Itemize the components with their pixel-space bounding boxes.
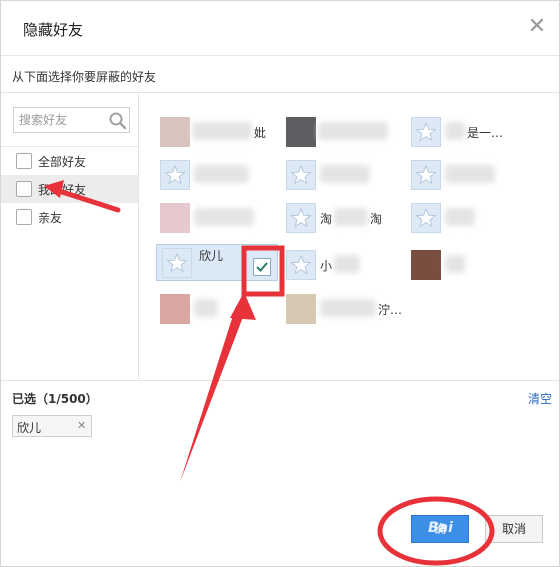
blurred-name [334, 255, 360, 273]
star-icon [415, 207, 437, 228]
friend-name: 淘 [320, 212, 333, 226]
star-icon [166, 252, 188, 273]
star-icon [290, 164, 312, 185]
selected-friends-area: 已选（1/500） 清空 欣儿 ✕ [1, 380, 559, 450]
blurred-name [318, 122, 388, 140]
friend-name: 小 [320, 259, 333, 273]
instruction-bar: 从下面选择你要屏蔽的好友 [1, 57, 559, 93]
friend-card[interactable] [160, 291, 278, 331]
friend-grid: 妣 是一… 淘 淘 欣儿 小 泞… [140, 94, 559, 379]
friend-card[interactable]: 淘 淘 [286, 200, 404, 240]
blurred-name [194, 165, 249, 183]
avatar [286, 294, 316, 324]
selected-count-label: 已选（1/500） [12, 392, 98, 406]
group-item-relatives[interactable]: 亲友 [1, 203, 138, 231]
watermark: Bai [428, 520, 453, 536]
friend-card[interactable] [286, 157, 404, 197]
friend-name: 妣 [254, 126, 267, 140]
avatar [286, 250, 316, 280]
friend-card[interactable] [411, 247, 529, 287]
group-checkbox[interactable] [16, 209, 32, 225]
star-icon [290, 207, 312, 228]
friend-card[interactable] [286, 114, 404, 154]
avatar [411, 250, 441, 280]
blurred-name [445, 165, 495, 183]
blurred-name [320, 299, 376, 317]
avatar [160, 160, 190, 190]
selected-tag: 欣儿 ✕ [12, 415, 92, 437]
star-icon [164, 164, 186, 185]
friend-card[interactable] [160, 157, 278, 197]
instruction-text: 从下面选择你要屏蔽的好友 [12, 70, 157, 84]
group-checkbox[interactable] [16, 181, 32, 197]
blurred-name [334, 208, 368, 226]
friend-name: 泞… [378, 303, 403, 317]
avatar [160, 294, 190, 324]
group-label: 全部好友 [38, 155, 87, 169]
blurred-name [194, 208, 254, 226]
friend-card[interactable]: 妣 [160, 114, 278, 154]
avatar [411, 160, 441, 190]
cancel-button[interactable]: 取消 [485, 515, 543, 543]
group-item-all-friends[interactable]: 全部好友 [1, 147, 138, 175]
clear-link[interactable]: 清空 [528, 390, 552, 407]
blurred-name [445, 122, 465, 140]
star-icon [290, 254, 312, 275]
group-pane: 全部好友 我的好友 亲友 [1, 94, 139, 379]
dialog-titlebar: 隐藏好友 ✕ [1, 1, 559, 56]
avatar [162, 248, 192, 278]
search-box [13, 107, 130, 133]
blurred-name [320, 165, 370, 183]
selected-tag-label: 欣儿 [17, 421, 42, 435]
avatar [286, 160, 316, 190]
group-label: 我的好友 [38, 183, 87, 197]
group-item-my-friends[interactable]: 我的好友 [1, 175, 138, 203]
avatar [286, 117, 316, 147]
hide-friends-dialog: 隐藏好友 ✕ 从下面选择你要屏蔽的好友 全部好友 我的好友 亲友 [0, 0, 560, 567]
friend-name: 是一… [467, 126, 504, 140]
avatar [411, 203, 441, 233]
avatar [286, 203, 316, 233]
friend-card[interactable] [411, 200, 529, 240]
friend-card[interactable]: 是一… [411, 114, 529, 154]
friend-card[interactable] [411, 157, 529, 197]
check-icon [256, 262, 268, 272]
star-icon [415, 164, 437, 185]
star-icon [415, 121, 437, 142]
friend-card[interactable]: 泞… [286, 291, 404, 331]
avatar [160, 117, 190, 147]
search-icon[interactable] [108, 111, 128, 131]
friend-card[interactable]: 小 [286, 247, 404, 287]
friend-name: 欣儿 [199, 249, 224, 263]
group-label: 亲友 [38, 211, 63, 225]
search-input[interactable] [14, 108, 104, 132]
friend-name-suffix: 淘 [370, 212, 383, 226]
selected-checkbox[interactable] [253, 258, 271, 276]
friend-card[interactable] [160, 200, 278, 240]
group-list: 全部好友 我的好友 亲友 [1, 146, 138, 231]
blurred-name [445, 208, 475, 226]
avatar [160, 203, 190, 233]
friend-card-selected[interactable]: 欣儿 [156, 244, 278, 281]
group-checkbox[interactable] [16, 153, 32, 169]
blurred-name [192, 122, 252, 140]
blurred-name [194, 299, 218, 317]
close-icon[interactable]: ✕ [525, 15, 549, 39]
avatar [411, 117, 441, 147]
blurred-name [445, 255, 465, 273]
dialog-title: 隐藏好友 [23, 21, 84, 39]
remove-tag-icon[interactable]: ✕ [77, 419, 86, 432]
